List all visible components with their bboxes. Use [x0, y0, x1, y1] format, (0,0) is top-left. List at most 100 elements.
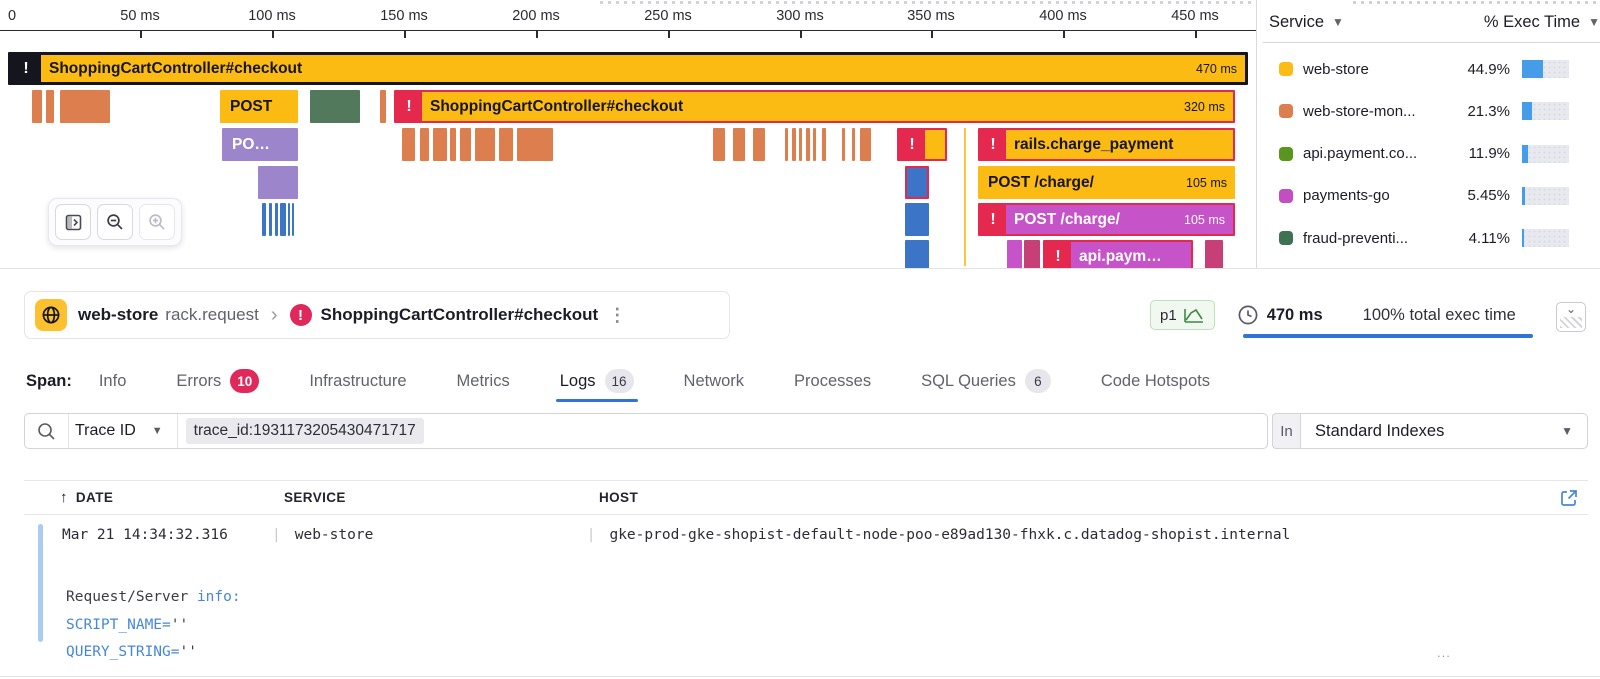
flame-span[interactable]: !ShoppingCartController#checkout470 ms	[8, 52, 1248, 85]
flame-span[interactable]	[288, 203, 290, 236]
legend-service-header[interactable]: Service	[1269, 13, 1324, 32]
flame-span[interactable]	[433, 128, 447, 161]
tab-label: Network	[684, 372, 745, 391]
flame-span[interactable]	[785, 128, 788, 161]
log-date: Mar 21 14:34:32.316	[62, 527, 272, 543]
flame-span[interactable]	[822, 128, 826, 161]
ruler-tick-mark	[272, 31, 274, 38]
index-select[interactable]: Standard Indexes ▼	[1300, 413, 1588, 449]
flame-span-label: rails.charge_payment	[1014, 136, 1179, 154]
flame-span[interactable]	[806, 128, 810, 161]
tab-infrastructure[interactable]: Infrastructure	[309, 360, 406, 402]
flame-span[interactable]	[713, 128, 725, 161]
search-box[interactable]: Trace ID ▼ trace_id:1931173205430471717	[24, 413, 1268, 449]
flame-span[interactable]	[860, 128, 871, 161]
flame-span[interactable]	[792, 128, 796, 161]
legend-row-web-store[interactable]: web-store44.9%	[1257, 57, 1600, 81]
flame-span[interactable]	[269, 203, 272, 236]
exec-time-track	[1522, 229, 1569, 247]
flame-span[interactable]	[475, 128, 495, 161]
log-entry-row[interactable]: Mar 21 14:34:32.316 | web-store | gke-pr…	[62, 527, 1290, 543]
filter-dropdown[interactable]: Trace ID ▼	[68, 414, 178, 448]
flame-span[interactable]	[460, 128, 471, 161]
flame-span[interactable]	[905, 166, 929, 199]
flame-span[interactable]	[1205, 240, 1223, 268]
flame-span-duration: 320 ms	[1184, 100, 1233, 114]
zoom-in-button[interactable]	[139, 204, 175, 240]
tab-metrics[interactable]: Metrics	[457, 360, 510, 402]
flame-span[interactable]	[499, 128, 513, 161]
flame-span[interactable]	[905, 240, 929, 268]
breadcrumb-operation[interactable]: rack.request	[165, 305, 259, 325]
flame-span[interactable]	[799, 128, 802, 161]
expand-panel-button[interactable]	[55, 204, 91, 240]
service-name: web-store-mon...	[1303, 103, 1458, 120]
tab-code-hotspots[interactable]: Code Hotspots	[1101, 360, 1210, 402]
service-legend-panel: Service ▼ % Exec Time ▼ web-store44.9% we…	[1256, 0, 1600, 268]
flame-span[interactable]	[852, 128, 855, 161]
priority-badge[interactable]: p1	[1150, 300, 1215, 330]
breadcrumb-resource[interactable]: ShoppingCartController#checkout	[321, 305, 599, 325]
flame-span[interactable]	[753, 128, 765, 161]
flame-span[interactable]	[517, 128, 553, 161]
flame-span[interactable]: !ShoppingCartController#checkout320 ms	[394, 90, 1235, 123]
flame-span[interactable]	[450, 128, 456, 161]
legend-row-web-store-mon-[interactable]: web-store-mon...21.3%	[1257, 99, 1600, 123]
search-query-token[interactable]: trace_id:1931173205430471717	[186, 418, 424, 444]
flame-span[interactable]	[813, 128, 816, 161]
chevron-down-icon[interactable]: ▼	[1332, 15, 1344, 29]
web-service-chip[interactable]	[35, 299, 67, 331]
flame-span[interactable]	[420, 128, 429, 161]
tab-label: Code Hotspots	[1101, 372, 1210, 391]
column-host[interactable]: HOST	[599, 490, 1560, 505]
flame-span-label: POST /charge/	[978, 174, 1100, 192]
flame-span[interactable]: !rails.charge_payment	[978, 128, 1235, 161]
flame-span[interactable]: POST	[220, 90, 298, 123]
tab-errors[interactable]: Errors10	[176, 360, 259, 402]
tab-count-badge: 16	[605, 369, 634, 393]
column-date[interactable]: ↑DATE	[60, 489, 284, 506]
flame-span[interactable]	[733, 128, 745, 161]
flame-span[interactable]	[275, 203, 278, 236]
flame-span[interactable]: !POST /charge/105 ms	[978, 203, 1235, 236]
legend-row-api-payment-co-[interactable]: api.payment.co...11.9%	[1257, 142, 1600, 166]
flame-span[interactable]: !	[897, 128, 947, 161]
flame-span[interactable]	[280, 203, 286, 236]
zoom-out-button[interactable]	[97, 204, 133, 240]
flame-span[interactable]	[380, 90, 386, 123]
flame-span[interactable]	[60, 90, 110, 123]
open-in-log-explorer-button[interactable]	[1560, 489, 1578, 507]
flame-span[interactable]	[310, 90, 360, 123]
flame-span[interactable]	[402, 128, 415, 161]
chevron-down-icon[interactable]: ▼	[1588, 15, 1600, 29]
error-icon: !	[899, 130, 925, 159]
flame-span[interactable]	[46, 90, 54, 123]
legend-exec-header[interactable]: % Exec Time	[1484, 13, 1580, 32]
flame-span[interactable]: POST /charge/105 ms	[978, 166, 1235, 199]
trend-chart-icon	[1183, 307, 1205, 324]
tab-sql-queries[interactable]: SQL Queries6	[921, 360, 1051, 402]
flame-span[interactable]	[842, 128, 845, 161]
exec-time-pct: 11.9%	[1458, 145, 1510, 162]
flame-span[interactable]	[905, 203, 929, 236]
tab-network[interactable]: Network	[684, 360, 745, 402]
flame-span[interactable]	[1007, 240, 1022, 268]
legend-row-fraud-preventi-[interactable]: fraud-preventi...4.11%	[1257, 226, 1600, 250]
collapse-panel-button[interactable]: ⌄	[1556, 302, 1586, 332]
exec-time-fill	[1522, 102, 1532, 120]
breadcrumb-service[interactable]: web-store	[78, 305, 158, 325]
tab-processes[interactable]: Processes	[794, 360, 871, 402]
column-service[interactable]: SERVICE	[284, 490, 599, 505]
flame-span[interactable]	[262, 203, 266, 236]
kebab-menu-icon[interactable]: ⋮	[608, 305, 626, 326]
flame-span[interactable]: !api.paym…	[1043, 240, 1193, 268]
flame-span[interactable]	[258, 166, 298, 199]
ruler-tick-label: 300 ms	[776, 8, 824, 24]
flame-span[interactable]	[1024, 240, 1040, 268]
flame-span[interactable]	[32, 90, 42, 123]
tab-info[interactable]: Info	[99, 360, 127, 402]
tab-logs[interactable]: Logs16	[560, 360, 634, 402]
flame-span[interactable]: PO…	[222, 128, 298, 161]
legend-row-payments-go[interactable]: payments-go5.45%	[1257, 184, 1600, 208]
flame-span[interactable]	[292, 203, 294, 236]
